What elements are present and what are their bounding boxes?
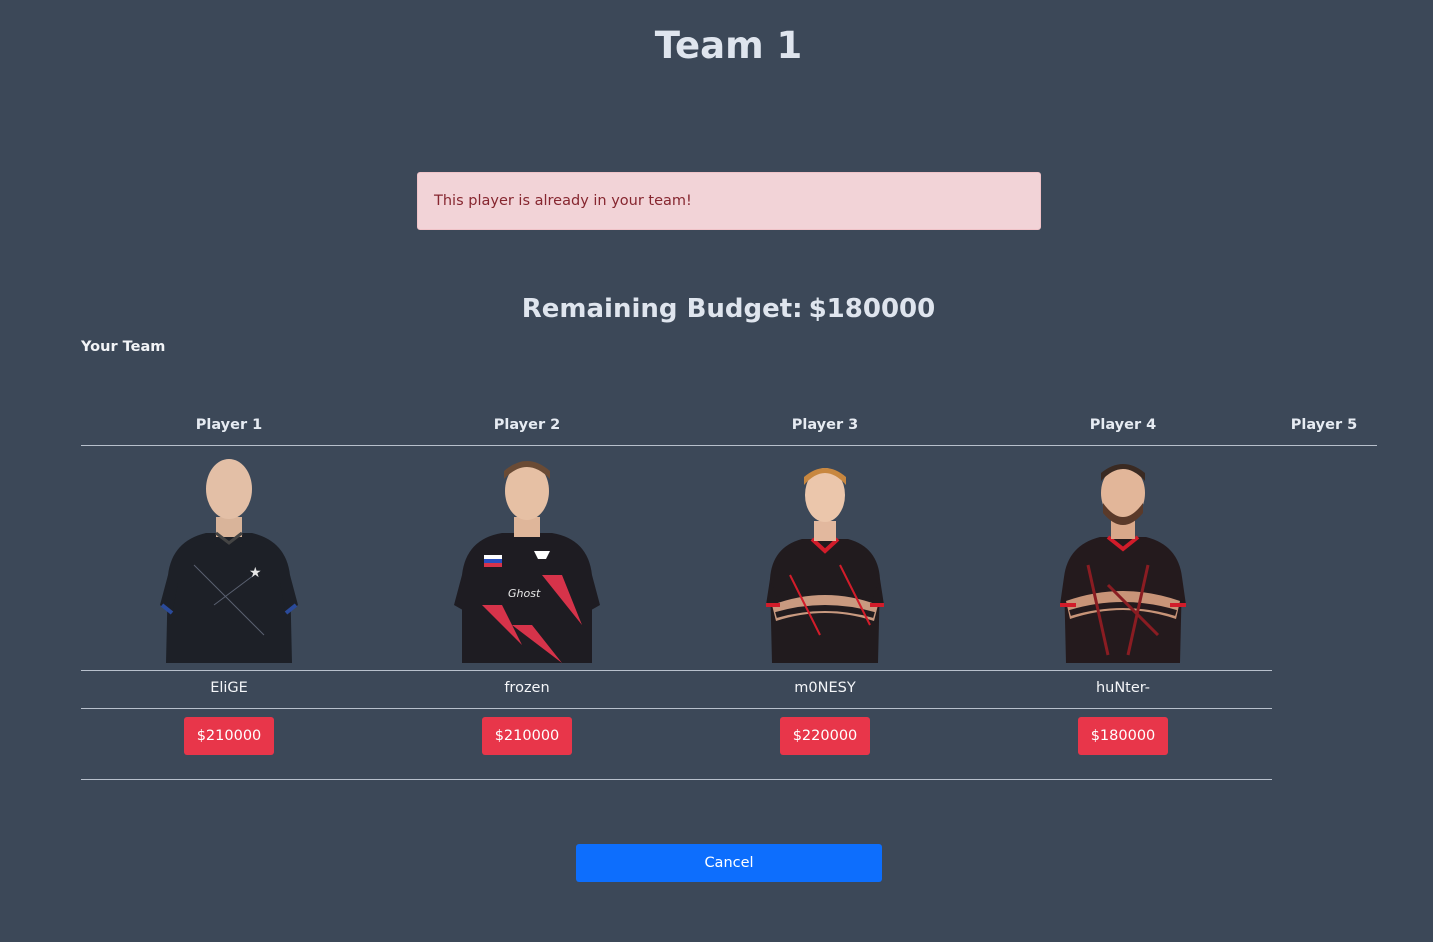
table-bottom-divider [81,779,1272,780]
page-title: Team 1 [654,24,803,67]
row-divider-1 [81,670,1272,671]
player-3-photo [676,455,974,663]
player-2-price-cell: $210000 [378,717,676,755]
alert-message: This player is already in your team! [417,172,1041,230]
header-divider [81,445,1377,446]
player-4-name: huNter- [1095,680,1151,696]
player-4-price-cell: $180000 [974,717,1272,755]
player-avatar-icon [766,468,884,663]
row-divider-2 [81,708,1272,709]
player-1-photo: ★ [80,455,378,663]
player-3-price-button[interactable]: $220000 [779,717,871,755]
budget-value: $180000 [808,294,936,324]
header-player-4: Player 4 [1089,417,1157,433]
player-avatar-icon [1060,464,1186,663]
header-player-3: Player 3 [791,417,859,433]
budget-label: Remaining Budget: [521,294,803,324]
player-4-photo [974,455,1272,663]
player-3-price-cell: $220000 [676,717,974,755]
remaining-budget: Remaining Budget: $180000 [0,294,1433,324]
header-player-1: Player 1 [195,417,263,433]
your-team-heading: Your Team [81,339,166,355]
player-2-photo: Ghost [378,455,676,663]
player-4-price-button[interactable]: $180000 [1077,717,1169,755]
player-1-name: EliGE [210,680,248,696]
svg-text:Ghost: Ghost [508,587,541,600]
team-page: Team 1 This player is already in your te… [0,0,1433,942]
player-avatar-icon: ★ [160,459,298,663]
alert-text: This player is already in your team! [434,193,692,209]
player-1-price-cell: $210000 [80,717,378,755]
player-2-name: frozen [504,680,550,696]
player-3-name: m0NESY [794,680,856,696]
header-player-2: Player 2 [493,417,561,433]
svg-text:★: ★ [249,565,262,581]
player-2-price-button[interactable]: $210000 [481,717,573,755]
header-player-5: Player 5 [1290,417,1358,433]
cancel-button[interactable]: Cancel [576,844,882,882]
player-1-price-button[interactable]: $210000 [183,717,275,755]
player-avatar-icon: Ghost [454,461,600,663]
